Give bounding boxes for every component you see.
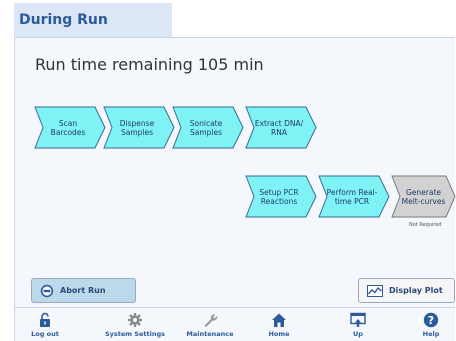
step-label: Scan Barcodes [50, 118, 86, 137]
step-label: Setup PCR Reactions [259, 187, 299, 206]
step-dispense-samples: Dispense Samples [103, 106, 175, 149]
svg-text:?: ? [428, 314, 434, 327]
home-icon [271, 310, 287, 330]
step-label: Generate Melt-curves [401, 187, 446, 206]
nav-label: Maintenance [186, 330, 234, 338]
step-label: Extract DNA/ RNA [254, 118, 304, 137]
abort-run-label: Abort Run [60, 286, 106, 295]
help-icon: ? [423, 310, 439, 330]
nav-system-settings[interactable]: System Settings [90, 308, 180, 341]
step-label: Sonicate Samples [189, 118, 223, 137]
chart-icon [367, 284, 383, 297]
not-required-note: Not Required [409, 222, 442, 228]
nav-up[interactable]: Up [328, 308, 388, 341]
abort-run-button[interactable]: Abort Run [31, 278, 136, 303]
nav-log-out[interactable]: Log out [20, 308, 70, 341]
step-setup-pcr: Setup PCR Reactions [245, 175, 317, 218]
nav-label: Up [353, 330, 363, 338]
step-label: Perform Real- time PCR [326, 187, 378, 206]
wrench-icon [202, 310, 218, 330]
step-scan-barcodes: Scan Barcodes [34, 106, 106, 149]
step-real-time-pcr: Perform Real- time PCR [318, 175, 390, 218]
lock-icon [39, 310, 51, 330]
up-icon [350, 310, 366, 330]
nav-help[interactable]: ? Help [406, 308, 456, 341]
title-bar-spacer [172, 3, 455, 38]
nav-label: Log out [31, 330, 59, 338]
stop-icon [40, 284, 54, 298]
display-plot-button[interactable]: Display Plot [358, 278, 455, 303]
display-plot-label: Display Plot [389, 286, 443, 295]
step-extract-dna-rna: Extract DNA/ RNA [245, 106, 317, 149]
page-title: During Run [14, 3, 172, 38]
nav-maintenance[interactable]: Maintenance [170, 308, 250, 341]
nav-label: System Settings [104, 330, 166, 338]
nav-label: Home [268, 330, 290, 338]
run-time-remaining: Run time remaining 105 min [35, 55, 264, 74]
nav-label: Help [422, 330, 440, 338]
step-sonicate-samples: Sonicate Samples [172, 106, 244, 149]
gear-icon [127, 310, 143, 330]
nav-home[interactable]: Home [249, 308, 309, 341]
step-label: Dispense Samples [119, 118, 155, 137]
step-generate-melt-curves: Generate Melt-curves [391, 175, 456, 218]
